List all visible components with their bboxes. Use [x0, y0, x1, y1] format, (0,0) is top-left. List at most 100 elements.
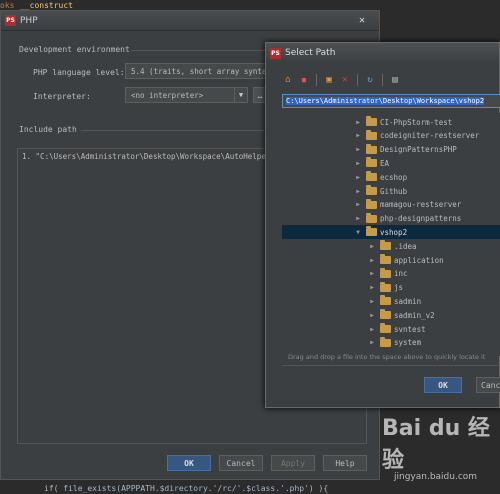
cancel-button[interactable]: Cancel: [219, 455, 263, 471]
tree-item-label: Github: [380, 186, 408, 196]
select-path-dialog: PS Select Path ⌂ ■ ▣ ✕ ↻ ▤ C:\Users\Admi…: [265, 42, 500, 408]
tree-item-vshop2[interactable]: ▼ vshop2: [282, 225, 500, 240]
tree-item-svntest[interactable]: ▶ svntest: [282, 322, 500, 336]
chevron-down-icon[interactable]: ▼: [354, 229, 362, 236]
folder-icon: [380, 309, 391, 320]
watermark-brand: Bai du 经验: [382, 416, 490, 473]
path-input[interactable]: C:\Users\Administrator\Desktop\Workspace…: [282, 94, 500, 108]
tree-item-label: mamagou-restserver: [380, 200, 462, 210]
chevron-right-icon[interactable]: ▶: [354, 174, 362, 181]
folder-icon: [366, 157, 377, 168]
folder-icon: [366, 171, 377, 182]
tree-item-label: DesignPatternsPHP: [380, 145, 457, 155]
tree-item-label: CI-PhpStorm-test: [380, 117, 453, 127]
tree-item-application[interactable]: ▶ application: [282, 253, 500, 267]
folder-icon: [366, 129, 377, 140]
tree-item-inc[interactable]: ▶ inc: [282, 267, 500, 281]
editor-bottom-line: if( file_exists(APPPATH.$directory.'/rc/…: [0, 484, 500, 494]
chevron-right-icon[interactable]: ▶: [368, 339, 376, 346]
cancel-button[interactable]: Cancel: [476, 377, 500, 393]
tree-item-system[interactable]: ▶ system: [282, 336, 500, 350]
language-level-label: PHP language level:: [33, 68, 125, 77]
home-icon[interactable]: ⌂: [282, 74, 294, 86]
tree-item-label: .idea: [394, 241, 417, 251]
chevron-right-icon[interactable]: ▶: [354, 188, 362, 195]
development-environment-label: Development environment: [19, 45, 130, 54]
chevron-right-icon[interactable]: ▶: [368, 326, 376, 333]
baidu-watermark: Bai du 经验 jingyan.baidu.com: [382, 410, 500, 482]
drag-drop-hint: Drag and drop a file into the space abov…: [288, 353, 486, 361]
editor-function-name: __construct: [20, 1, 73, 10]
tree-item-js[interactable]: ▶ js: [282, 281, 500, 295]
folder-icon: [380, 240, 391, 251]
ok-button[interactable]: OK: [424, 377, 462, 393]
tree-item-label: php-designpatterns: [380, 214, 462, 224]
new-folder-icon[interactable]: ▣: [323, 74, 335, 86]
tree-item-label: ecshop: [380, 172, 408, 182]
folder-tree[interactable]: ▶ CI-PhpStorm-test ▶ codeigniter-restserver…: [282, 113, 500, 356]
chevron-right-icon[interactable]: ▶: [354, 201, 362, 208]
tree-item-designpatternsphp[interactable]: ▶ DesignPatternsPHP: [282, 143, 500, 157]
interpreter-select[interactable]: <no interpreter>: [125, 87, 235, 103]
ok-button[interactable]: OK: [167, 455, 211, 471]
tree-item-label: codeigniter-restserver: [380, 131, 480, 141]
tree-item-ci-phpstorm-test[interactable]: ▶ CI-PhpStorm-test: [282, 115, 500, 129]
folder-icon: [380, 336, 391, 347]
chevron-right-icon[interactable]: ▶: [368, 298, 376, 305]
tree-item-label: system: [394, 338, 422, 348]
tree-item-ea[interactable]: ▶ EA: [282, 156, 500, 170]
folder-icon: [380, 281, 391, 292]
select-path-titlebar[interactable]: PS Select Path: [266, 43, 499, 63]
chevron-right-icon[interactable]: ▶: [354, 146, 362, 153]
editor-keyword: oks: [0, 1, 15, 10]
path-text: C:\Users\Administrator\Desktop\Workspace…: [286, 97, 485, 105]
tree-item-label: js: [394, 283, 404, 293]
phpstorm-app-icon: PS: [270, 47, 281, 59]
chevron-right-icon[interactable]: ▶: [354, 132, 362, 139]
tree-item-label: inc: [394, 269, 408, 279]
chevron-right-icon[interactable]: ▶: [354, 119, 362, 126]
close-icon[interactable]: ✕: [351, 13, 373, 27]
select-path-title: Select Path: [285, 48, 336, 58]
tree-item-github[interactable]: ▶ Github: [282, 184, 500, 198]
refresh-icon[interactable]: ↻: [364, 74, 376, 86]
language-level-select[interactable]: 5.4 (traits, short array synta: [125, 63, 267, 79]
folder-icon: [366, 185, 377, 195]
folder-icon: [380, 323, 391, 333]
chevron-right-icon[interactable]: ▶: [368, 270, 376, 277]
tree-item-sadmin-v2[interactable]: ▶ sadmin_v2: [282, 308, 500, 322]
tree-item-ecshop[interactable]: ▶ ecshop: [282, 170, 500, 184]
tree-item-php-designpatterns[interactable]: ▶ php-designpatterns: [282, 212, 500, 226]
phpstorm-app-icon: PS: [5, 15, 16, 26]
folder-icon: [366, 212, 377, 223]
folder-icon: [366, 198, 377, 209]
tree-item-label: application: [394, 255, 444, 265]
php-dialog-titlebar[interactable]: PS PHP: [1, 11, 379, 31]
chevron-right-icon[interactable]: ▶: [368, 284, 376, 291]
folder-icon: [380, 295, 391, 306]
chevron-down-icon[interactable]: ▼: [234, 87, 248, 103]
help-button[interactable]: Help: [323, 455, 367, 471]
chevron-right-icon[interactable]: ▶: [354, 215, 362, 222]
tree-item-label: vshop2: [380, 227, 408, 237]
folder-icon: [366, 226, 377, 237]
tree-item-sadmin[interactable]: ▶ sadmin: [282, 294, 500, 308]
chevron-right-icon[interactable]: ▶: [368, 312, 376, 319]
tree-item-idea[interactable]: ▶ .idea: [282, 239, 500, 253]
chevron-right-icon[interactable]: ▶: [368, 257, 376, 264]
editor-code-line: if( file_exists(APPPATH.$directory.'/rc/…: [44, 484, 329, 493]
tree-item-mamagou-restserver[interactable]: ▶ mamagou-restserver: [282, 198, 500, 212]
folder-icon: [366, 116, 377, 126]
apply-button[interactable]: Apply: [271, 455, 315, 471]
show-hidden-icon[interactable]: ▤: [389, 74, 401, 86]
tree-item-label: sadmin_v2: [394, 310, 435, 320]
interpreter-label: Interpreter:: [33, 92, 91, 101]
project-icon[interactable]: ■: [298, 74, 310, 86]
chevron-right-icon[interactable]: ▶: [368, 243, 376, 250]
php-dialog-title: PHP: [20, 15, 38, 26]
chevron-right-icon[interactable]: ▶: [354, 160, 362, 167]
delete-icon[interactable]: ✕: [339, 74, 351, 86]
tree-item-codeigniter-restserver[interactable]: ▶ codeigniter-restserver: [282, 129, 500, 143]
folder-icon: [366, 143, 377, 154]
folder-icon: [380, 254, 391, 264]
